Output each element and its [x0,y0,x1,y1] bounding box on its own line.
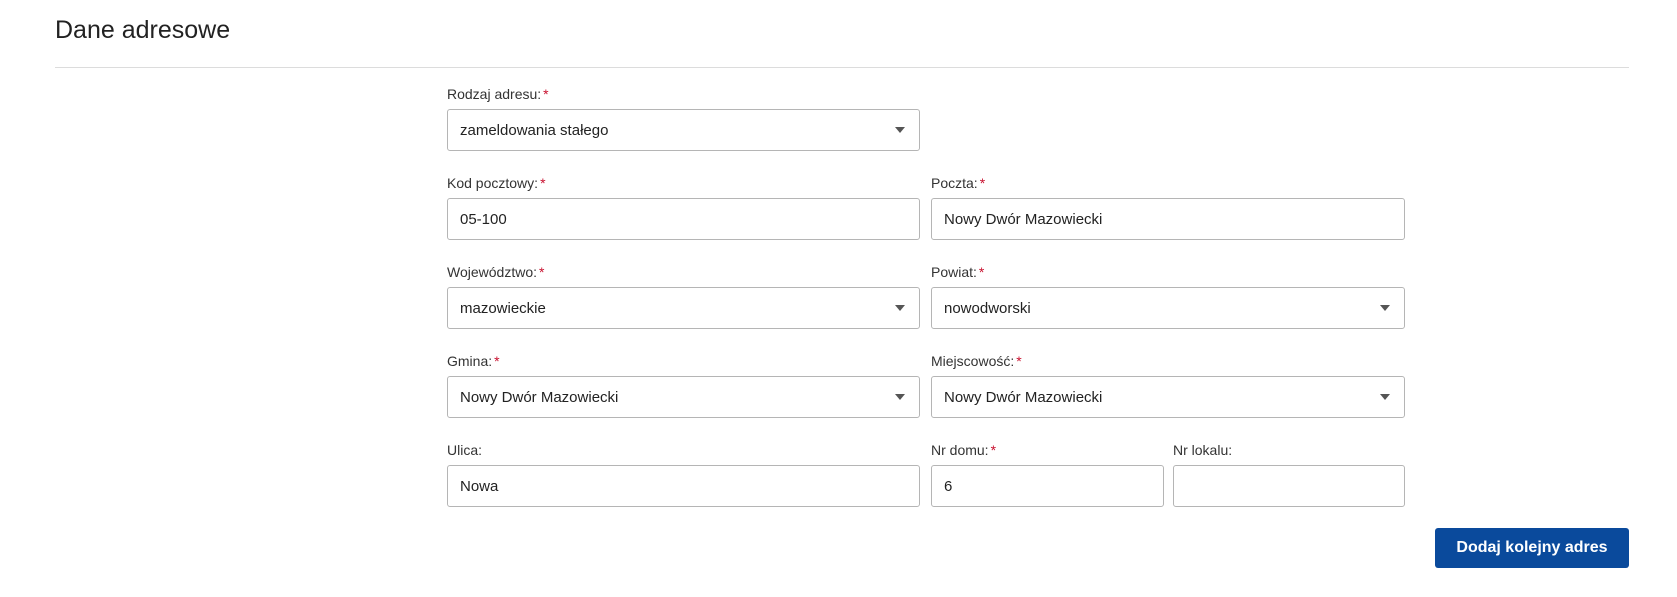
apartment-number-box [1173,465,1405,507]
voivodeship-label: Województwo: * [447,264,545,280]
chevron-down-icon [1380,305,1390,311]
section-divider [55,67,1629,68]
post-office-box [931,198,1405,240]
postal-code-box [447,198,920,240]
voivodeship-select[interactable]: mazowieckie [447,287,920,329]
county-label: Powiat: * [931,264,985,280]
house-number-label: Nr domu: * [931,442,997,458]
county-field: Powiat: * nowodworski [931,263,1405,329]
house-number-input[interactable] [944,477,1151,495]
post-office-input[interactable] [944,210,1392,228]
municipality-label: Gmina: * [447,353,500,369]
county-select[interactable]: nowodworski [931,287,1405,329]
post-office-field: Poczta: * [931,174,1405,240]
house-number-field: Nr domu: * [931,441,1164,507]
address-type-select[interactable]: zameldowania stałego [447,109,920,151]
chevron-down-icon [895,394,905,400]
add-address-button[interactable]: Dodaj kolejny adres [1435,528,1629,568]
street-box [447,465,920,507]
voivodeship-field: Województwo: * mazowieckie [447,263,920,329]
postal-code-input[interactable] [460,210,907,228]
chevron-down-icon [895,127,905,133]
apartment-number-label: Nr lokalu: [1173,442,1233,458]
locality-label: Miejscowość: * [931,353,1022,369]
street-label: Ulica: [447,442,483,458]
chevron-down-icon [895,305,905,311]
post-office-label: Poczta: * [931,175,986,191]
municipality-field: Gmina: * Nowy Dwór Mazowiecki [447,352,920,418]
municipality-value: Nowy Dwór Mazowiecki [460,388,619,406]
street-field: Ulica: [447,441,920,507]
locality-field: Miejscowość: * Nowy Dwór Mazowiecki [931,352,1405,418]
postal-code-field: Kod pocztowy: * [447,174,920,240]
chevron-down-icon [1380,394,1390,400]
voivodeship-value: mazowieckie [460,299,546,317]
section-title: Dane adresowe [55,16,231,44]
apartment-number-input[interactable] [1186,477,1392,495]
municipality-select[interactable]: Nowy Dwór Mazowiecki [447,376,920,418]
street-input[interactable] [460,477,907,495]
address-type-value: zameldowania stałego [460,121,609,139]
house-number-box [931,465,1164,507]
address-type-field: Rodzaj adresu: * zameldowania stałego [447,85,920,151]
locality-value: Nowy Dwór Mazowiecki [944,388,1103,406]
apartment-number-field: Nr lokalu: [1173,441,1405,507]
county-value: nowodworski [944,299,1031,317]
postal-code-label: Kod pocztowy: * [447,175,546,191]
address-type-label: Rodzaj adresu: * [447,86,549,102]
locality-select[interactable]: Nowy Dwór Mazowiecki [931,376,1405,418]
